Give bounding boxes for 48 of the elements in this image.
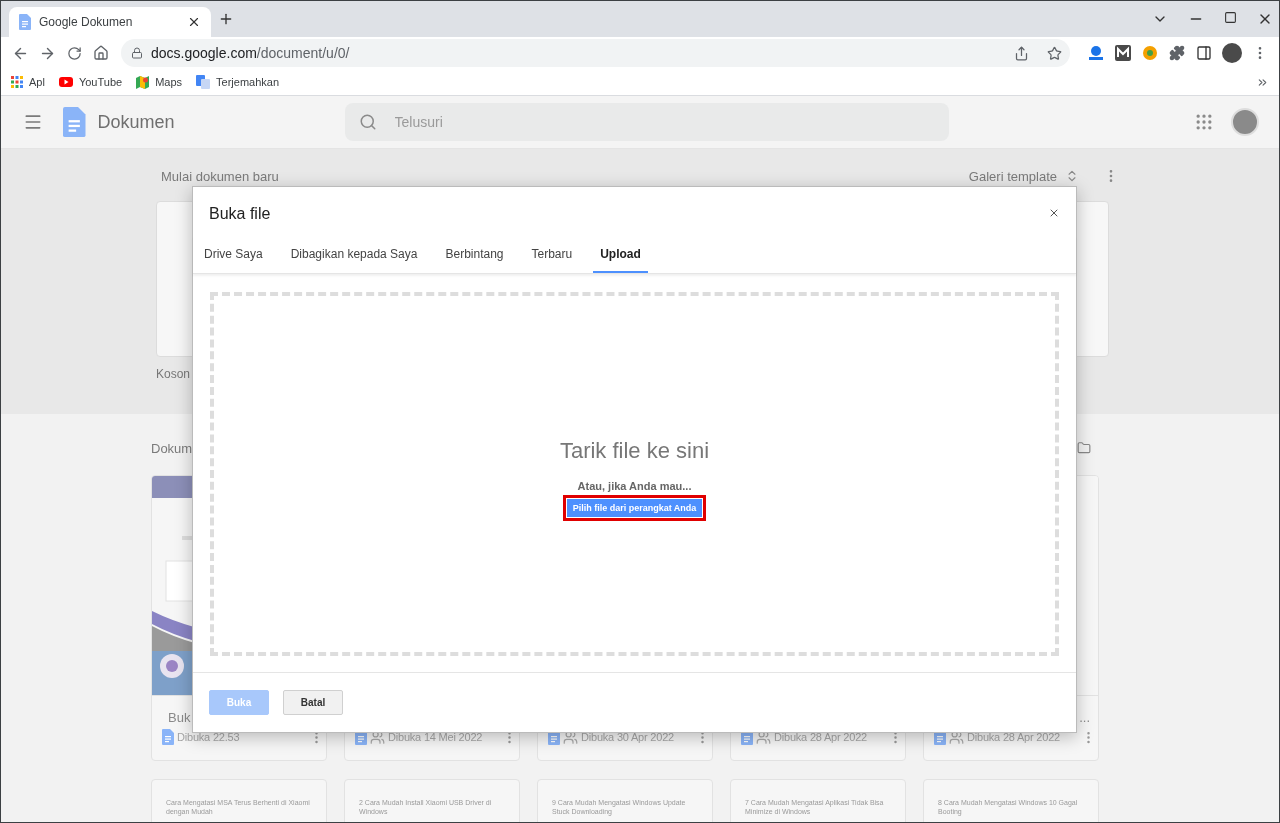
maximize-icon[interactable] <box>1224 11 1237 24</box>
docs-icon <box>19 14 31 30</box>
address-bar[interactable]: docs.google.com/document/u/0/ <box>121 39 1070 67</box>
close-icon <box>1048 207 1060 219</box>
opened-date: Dibuka 14 Mei 2022 <box>388 731 484 743</box>
search-box[interactable]: Telusuri <box>344 103 949 141</box>
app-title: Dokumen <box>97 111 175 133</box>
alternative-text: Atau, jika Anda mau... <box>577 479 692 492</box>
folder-icon[interactable] <box>1077 441 1091 455</box>
dialog-title: Buka file <box>209 205 271 223</box>
docs-icon <box>162 729 174 745</box>
map-pin-icon <box>136 75 150 89</box>
drop-title: Tarik file ke sini <box>559 437 710 464</box>
section-heading: Dokum <box>151 440 193 456</box>
cancel-button[interactable]: Batal <box>283 690 343 715</box>
bookmark[interactable]: YouTube <box>58 76 123 88</box>
search-icon <box>358 113 377 131</box>
opened-date: Dibuka 30 Apr 2022 <box>581 731 676 743</box>
opened-date: Dibuka 22.53 <box>177 731 241 743</box>
translate-icon <box>196 75 211 89</box>
document-title: ... <box>1079 710 1090 726</box>
dialog-tab[interactable]: Drive Saya <box>197 236 270 273</box>
dialog-tab[interactable]: Upload <box>593 236 648 273</box>
bookmark[interactable]: Terjemahkan <box>196 75 280 89</box>
url-text: docs.google.com/document/u/0/ <box>151 45 351 61</box>
template-label: Koson <box>156 367 192 381</box>
docs-logo-icon <box>63 107 86 137</box>
lock-icon <box>131 47 143 59</box>
search-field[interactable]: Telusuri <box>392 113 935 131</box>
template-gallery-toggle[interactable]: Galeri template <box>968 168 1057 184</box>
play-icon <box>58 77 73 87</box>
tab-title: Google Dokumen <box>39 15 134 29</box>
bookmark[interactable]: Maps <box>136 75 183 89</box>
dialog-tab[interactable]: Dibagikan kepada Saya <box>283 236 425 273</box>
bookmark[interactable]: Apl <box>11 76 45 88</box>
document-title: Buk <box>168 710 192 726</box>
opened-date: Dibuka 28 Apr 2022 <box>774 731 869 743</box>
star-icon[interactable] <box>1047 45 1062 61</box>
profile-avatar[interactable] <box>1222 43 1242 63</box>
drop-zone[interactable]: Tarik file ke sini Atau, jika Anda mau... Pilih file dari perangkat Anda <box>210 292 1059 656</box>
dialog-tab[interactable]: Berbintang <box>438 236 511 273</box>
dialog-tab[interactable]: Terbaru <box>524 236 580 273</box>
close-icon[interactable] <box>187 15 201 29</box>
apps-grid-icon <box>11 76 23 88</box>
share-icon[interactable] <box>1014 45 1029 61</box>
browser-tab[interactable]: Google Dokumen <box>9 7 211 37</box>
opened-date: Dibuka 28 Apr 2022 <box>967 731 1062 743</box>
section-heading: Mulai dokumen baru <box>161 168 279 184</box>
